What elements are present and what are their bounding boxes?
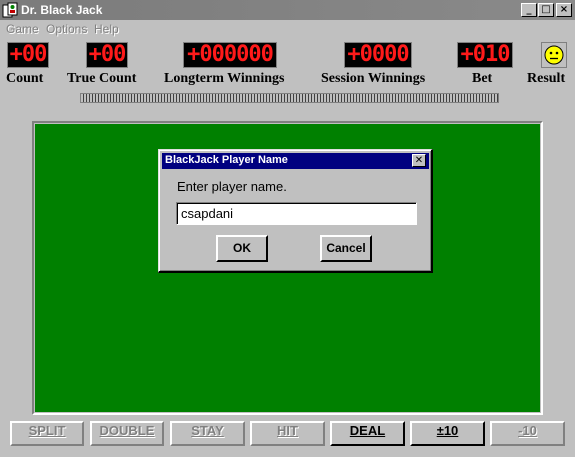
- menu-bar: Game Options Help: [0, 20, 575, 38]
- decrease-bet-button[interactable]: -10: [490, 421, 565, 446]
- shoe-progress-bar: [80, 93, 499, 103]
- longterm-winnings-label: Longterm Winnings: [164, 71, 285, 86]
- split-button[interactable]: SPLIT: [10, 421, 84, 446]
- bet-label: Bet: [472, 71, 493, 86]
- menu-help[interactable]: Help: [94, 22, 119, 36]
- bet-display: +010: [457, 42, 513, 68]
- double-button[interactable]: DOUBLE: [90, 421, 164, 446]
- decrease-bet-button-label: -10: [518, 423, 537, 438]
- longterm-winnings-display: +000000: [183, 42, 277, 68]
- cancel-button[interactable]: Cancel: [320, 235, 372, 262]
- close-icon: ✕: [414, 155, 424, 166]
- hit-button[interactable]: HIT: [250, 421, 325, 446]
- count-display: +00: [7, 42, 49, 68]
- increase-bet-button-label: ±10: [436, 423, 459, 438]
- hit-button-label: HIT: [277, 423, 298, 438]
- deal-button[interactable]: DEAL: [330, 421, 405, 446]
- true-count-label: True Count: [67, 71, 137, 86]
- app-icon: [2, 2, 18, 18]
- stay-button-label: STAY: [191, 423, 224, 438]
- dialog-prompt: Enter player name.: [177, 179, 287, 194]
- neutral-face-icon: [544, 45, 564, 65]
- player-name-input[interactable]: [176, 202, 417, 225]
- close-button[interactable]: ×: [556, 3, 572, 17]
- session-winnings-display: +0000: [344, 42, 412, 68]
- dialog-title: BlackJack Player Name: [165, 154, 288, 166]
- menu-options[interactable]: Options: [46, 22, 87, 36]
- result-display: [541, 42, 567, 68]
- maximize-button[interactable]: □: [538, 3, 554, 17]
- split-button-label: SPLIT: [28, 423, 66, 438]
- ok-button[interactable]: OK: [216, 235, 268, 262]
- stay-button[interactable]: STAY: [170, 421, 245, 446]
- count-label: Count: [6, 71, 44, 86]
- player-name-dialog: BlackJack Player Name ✕ Enter player nam…: [158, 149, 433, 273]
- true-count-display: +00: [86, 42, 128, 68]
- window-title: Dr. Black Jack: [21, 3, 103, 17]
- menu-game[interactable]: Game: [6, 22, 39, 36]
- dialog-title-bar[interactable]: BlackJack Player Name ✕: [162, 153, 429, 169]
- title-bar[interactable]: Dr. Black Jack _ □ ×: [0, 0, 575, 20]
- dialog-close-button[interactable]: ✕: [412, 154, 426, 167]
- minimize-button[interactable]: _: [521, 3, 537, 17]
- increase-bet-button[interactable]: ±10: [410, 421, 485, 446]
- deal-button-label: DEAL: [349, 423, 386, 438]
- double-button-label: DOUBLE: [99, 423, 155, 438]
- result-label: Result: [527, 71, 566, 86]
- session-winnings-label: Session Winnings: [321, 71, 426, 86]
